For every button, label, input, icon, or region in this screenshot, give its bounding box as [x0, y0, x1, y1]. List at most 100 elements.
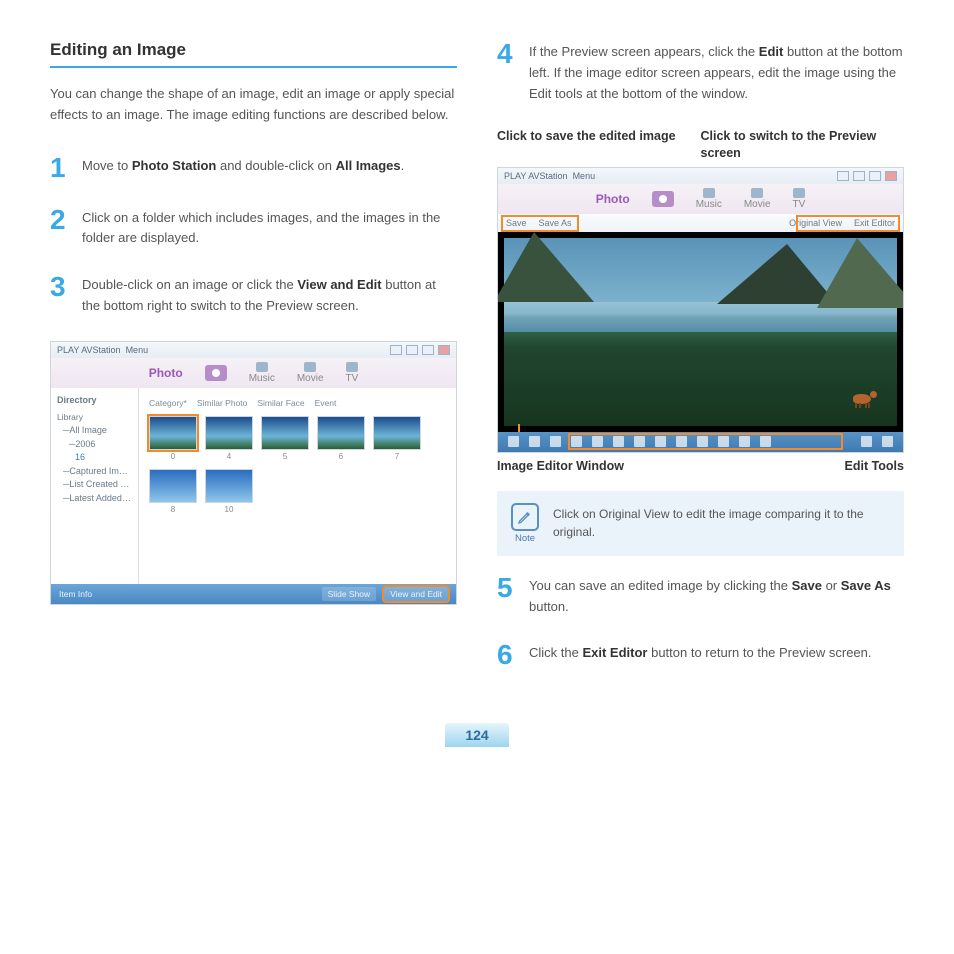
image-editor-screenshot: PLAY AVStation Menu Photo Music Movie TV…	[497, 167, 904, 453]
callout-preview: Click to switch to the Preview screen	[701, 128, 905, 161]
right-column: 4 If the Preview screen appears, click t…	[497, 40, 904, 693]
bold: All Images	[336, 158, 401, 173]
text: You can save an edited image by clicking…	[529, 578, 792, 593]
filter-bar: Category* Similar Photo Similar Face Eve…	[149, 398, 446, 408]
thumbnail[interactable]: 0	[149, 416, 197, 461]
close-icon[interactable]	[438, 345, 450, 355]
filter-similar-photo[interactable]: Similar Photo	[197, 398, 248, 408]
sidebar-item[interactable]: ─Latest Added List	[57, 492, 132, 506]
text: If the Preview screen appears, click the	[529, 44, 759, 59]
menu-label[interactable]: Menu	[573, 171, 596, 181]
thumbnail[interactable]: 6	[317, 416, 365, 461]
tab-tv[interactable]: TV	[793, 188, 806, 210]
restore-icon[interactable]	[853, 171, 865, 181]
page-number-wrap: 124	[0, 723, 954, 747]
sidebar-item[interactable]: ─Captured Image	[57, 465, 132, 479]
step-number: 3	[50, 273, 72, 301]
step-6: 6 Click the Exit Editor button to return…	[497, 641, 904, 669]
tab-movie[interactable]: Movie	[744, 188, 771, 210]
tab-photo[interactable]: Photo	[596, 192, 630, 206]
tv-icon	[793, 188, 805, 198]
step-text: Double-click on an image or click the Vi…	[82, 273, 457, 317]
highlight-save-area	[501, 215, 579, 232]
zoom-out-icon[interactable]	[861, 436, 872, 447]
label-editor-window: Image Editor Window	[497, 459, 701, 473]
minimize-icon[interactable]	[390, 345, 402, 355]
highlight-edit-tools	[568, 433, 843, 450]
app-body: Directory Library ─All Image ─2006 16 ─C…	[51, 388, 456, 584]
tool-icon[interactable]	[529, 436, 540, 447]
text: Double-click on an image or click the	[82, 277, 297, 292]
tab-music[interactable]: Music	[249, 362, 275, 384]
item-info-label[interactable]: Item Info	[59, 589, 92, 599]
intro-paragraph: You can change the shape of an image, ed…	[50, 84, 457, 126]
camera-icon	[652, 191, 674, 207]
editor-canvas	[498, 232, 903, 432]
text: Move to	[82, 158, 132, 173]
callout-save: Click to save the edited image	[497, 128, 701, 161]
bold: Save	[792, 578, 822, 593]
filter-category[interactable]: Category*	[149, 398, 187, 408]
step-text: Move to Photo Station and double-click o…	[82, 154, 404, 177]
sidebar-item[interactable]: ─List Created by Me	[57, 478, 132, 492]
minimize-icon[interactable]	[837, 171, 849, 181]
under-labels: Image Editor Window Edit Tools	[497, 459, 904, 473]
camera-icon	[205, 365, 227, 381]
step-text: Click the Exit Editor button to return t…	[529, 641, 872, 664]
maximize-icon[interactable]	[422, 345, 434, 355]
tab-music[interactable]: Music	[696, 188, 722, 210]
music-icon	[256, 362, 268, 372]
zoom-in-icon[interactable]	[882, 436, 893, 447]
page-number: 124	[445, 723, 508, 747]
step-number: 2	[50, 206, 72, 234]
step-text: If the Preview screen appears, click the…	[529, 40, 904, 104]
tab-movie[interactable]: Movie	[297, 362, 324, 384]
sidebar-item[interactable]: ─2006	[57, 438, 132, 452]
step-number: 1	[50, 154, 72, 182]
label-edit-tools: Edit Tools	[701, 459, 905, 473]
section-tabs: Photo Music Movie TV	[51, 358, 456, 388]
deer-icon	[853, 386, 875, 408]
slide-show-button[interactable]: Slide Show	[322, 587, 377, 601]
thumbnail[interactable]: 10	[205, 469, 253, 514]
movie-icon	[304, 362, 316, 372]
tool-icon[interactable]	[550, 436, 561, 447]
left-column: Editing an Image You can change the shap…	[50, 40, 457, 693]
step-4: 4 If the Preview screen appears, click t…	[497, 40, 904, 104]
tv-icon	[346, 362, 358, 372]
bold: Save As	[841, 578, 891, 593]
landscape-image	[504, 238, 897, 426]
text: button.	[529, 599, 569, 614]
thumbnail[interactable]: 8	[149, 469, 197, 514]
directory-sidebar: Directory Library ─All Image ─2006 16 ─C…	[51, 388, 139, 584]
sidebar-item[interactable]: 16	[57, 451, 132, 465]
step-5: 5 You can save an edited image by clicki…	[497, 574, 904, 618]
filter-event[interactable]: Event	[315, 398, 337, 408]
note-icon-block: Note	[511, 503, 539, 544]
sidebar-item[interactable]: Library	[57, 411, 132, 424]
step-number: 6	[497, 641, 519, 669]
text: or	[822, 578, 841, 593]
sidebar-item[interactable]: ─All Image	[57, 424, 132, 438]
text: and double-click on	[216, 158, 335, 173]
tool-icon[interactable]	[508, 436, 519, 447]
highlight-editor-window	[518, 424, 520, 432]
bold: Edit	[759, 44, 784, 59]
tab-photo[interactable]: Photo	[149, 366, 183, 380]
thumbnail[interactable]: 5	[261, 416, 309, 461]
restore-icon[interactable]	[406, 345, 418, 355]
menu-label[interactable]: Menu	[126, 345, 149, 355]
section-tabs: Photo Music Movie TV	[498, 184, 903, 214]
thumbnail[interactable]: 4	[205, 416, 253, 461]
view-and-edit-button[interactable]: View and Edit	[384, 587, 448, 601]
window-controls	[390, 345, 450, 355]
close-icon[interactable]	[885, 171, 897, 181]
filter-similar-face[interactable]: Similar Face	[257, 398, 304, 408]
text: button to return to the Preview screen.	[647, 645, 871, 660]
note-box: Note Click on Original View to edit the …	[497, 491, 904, 556]
note-label: Note	[515, 533, 535, 544]
step-1: 1 Move to Photo Station and double-click…	[50, 154, 457, 182]
thumbnail[interactable]: 7	[373, 416, 421, 461]
tab-tv[interactable]: TV	[346, 362, 359, 384]
maximize-icon[interactable]	[869, 171, 881, 181]
